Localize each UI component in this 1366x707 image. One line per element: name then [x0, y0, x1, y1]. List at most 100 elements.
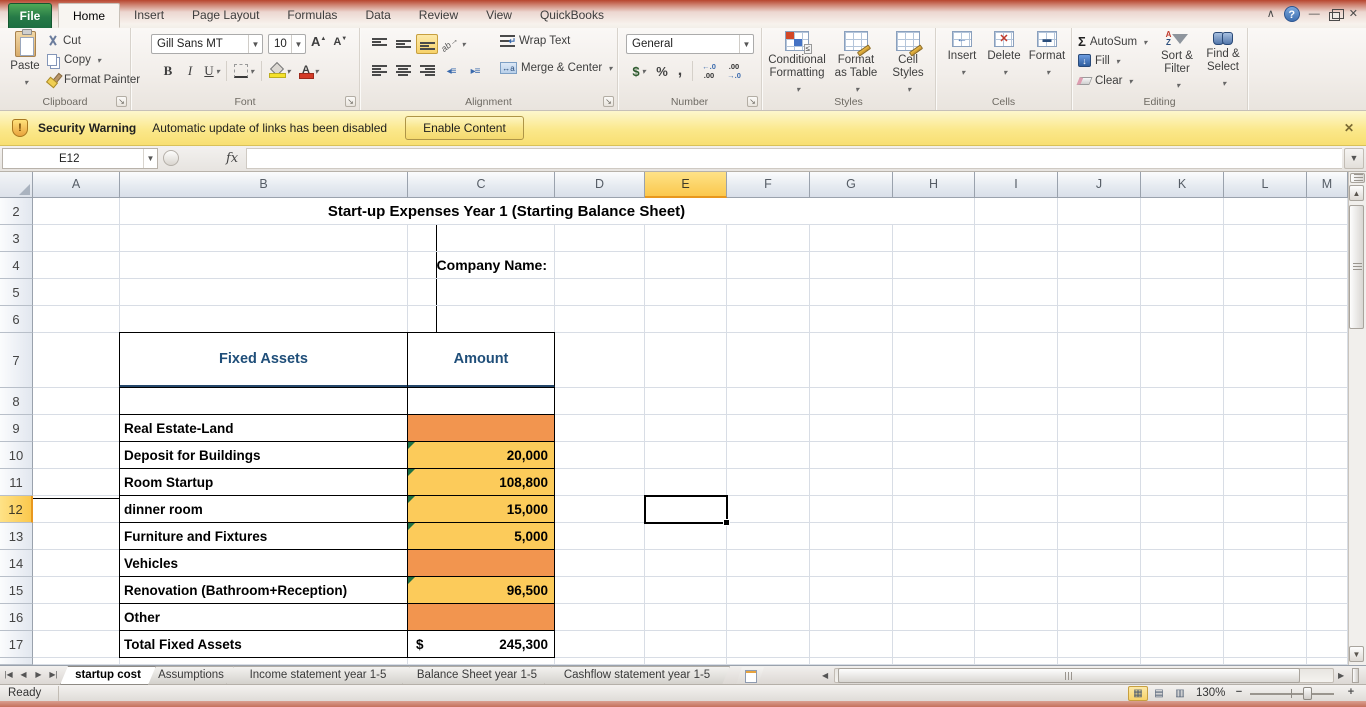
table-row-label-r11[interactable]: Room Startup	[119, 468, 408, 496]
font-color-button[interactable]	[295, 61, 323, 81]
increase-indent-button[interactable]: ▸≡	[464, 61, 486, 81]
hscroll-left-icon[interactable]: ◀	[822, 671, 828, 680]
table-row-amount-r8[interactable]	[407, 387, 555, 415]
paste-button[interactable]: Paste	[6, 31, 44, 89]
cell-company-label[interactable]: Company Name:	[408, 252, 555, 278]
column-header-M[interactable]: M	[1307, 172, 1348, 198]
column-header-B[interactable]: B	[120, 172, 408, 198]
fill-button[interactable]: Fill	[1078, 54, 1120, 67]
decrease-decimal-button[interactable]	[722, 61, 746, 81]
comma-style-button[interactable]	[672, 61, 688, 81]
table-row-label-r16[interactable]: Other	[119, 603, 408, 631]
ribbon-tab-formulas[interactable]: Formulas	[273, 3, 351, 28]
sheet-tab-startup-cost[interactable]: startup cost	[60, 666, 156, 685]
zoom-in-icon[interactable]: +	[1344, 686, 1358, 700]
table-row-label-r10[interactable]: Deposit for Buildings	[119, 441, 408, 469]
row-header-8[interactable]: 8	[0, 388, 33, 415]
last-sheet-icon[interactable]: ▶|	[47, 668, 60, 682]
table-row-label-r15[interactable]: Renovation (Bathroom+Reception)	[119, 576, 408, 604]
italic-button[interactable]	[179, 61, 201, 81]
percent-style-button[interactable]	[653, 61, 671, 81]
row-header-2[interactable]: 2	[0, 198, 33, 225]
cell-title-row2[interactable]: Start-up Expenses Year 1 (Starting Balan…	[120, 198, 893, 224]
sheet-tab-balance-sheet-year-1-5[interactable]: Balance Sheet year 1-5	[402, 666, 552, 685]
column-header-H[interactable]: H	[893, 172, 975, 198]
hscroll-right-icon[interactable]: ▶	[1338, 671, 1344, 680]
conditional-formatting-button[interactable]: ≤ Conditional Formatting	[767, 31, 827, 96]
format-painter-button[interactable]: Format Painter	[47, 73, 140, 86]
font-size-combo[interactable]: 10▼	[268, 34, 306, 54]
format-cells-button[interactable]: ▬ Format	[1026, 31, 1068, 79]
autosum-button[interactable]: AutoSum	[1078, 34, 1147, 49]
name-box-dropdown-icon[interactable]: ▼	[143, 149, 157, 168]
sheet-tab-cashflow-statement-year-1-5[interactable]: Cashflow statement year 1-5	[544, 666, 730, 685]
format-as-table-button[interactable]: Format as Table	[830, 31, 882, 96]
table-row-label-r13[interactable]: Furniture and Fixtures	[119, 522, 408, 550]
column-header-F[interactable]: F	[727, 172, 810, 198]
horizontal-scrollbar-thumb[interactable]	[838, 668, 1300, 683]
column-header-D[interactable]: D	[555, 172, 645, 198]
orientation-button[interactable]	[440, 34, 466, 54]
row-header-4[interactable]: 4	[0, 252, 33, 279]
ribbon-tab-view[interactable]: View	[472, 3, 526, 28]
bold-button[interactable]	[157, 61, 179, 81]
table-row-amount-r12[interactable]: 15,000	[407, 495, 555, 523]
row-header-13[interactable]: 13	[0, 523, 33, 550]
table-row-amount-r14[interactable]	[407, 549, 555, 577]
row-header-3[interactable]: 3	[0, 225, 33, 252]
cut-button[interactable]: Cut	[47, 35, 81, 47]
normal-view-button[interactable]: ▦	[1128, 686, 1148, 701]
row-header-18[interactable]	[0, 658, 33, 665]
select-all-corner[interactable]	[0, 172, 33, 198]
table-header-amount[interactable]: Amount	[407, 332, 555, 388]
tab-split-handle[interactable]	[1352, 668, 1359, 683]
sort-filter-button[interactable]: AZ Sort & Filter	[1154, 31, 1200, 92]
ribbon-tab-quickbooks[interactable]: QuickBooks	[526, 3, 618, 28]
copy-button[interactable]: Copy	[47, 54, 101, 66]
page-break-view-button[interactable]: ▥	[1170, 686, 1190, 701]
cell-styles-button[interactable]: Cell Styles	[886, 31, 930, 96]
row-header-5[interactable]: 5	[0, 279, 33, 306]
align-left-button[interactable]	[368, 61, 390, 81]
table-row-label-r14[interactable]: Vehicles	[119, 549, 408, 577]
vscroll-thumb[interactable]	[1349, 205, 1364, 329]
table-row-amount-r16[interactable]	[407, 603, 555, 631]
vscroll-down-icon[interactable]: ▼	[1349, 646, 1364, 662]
align-top-button[interactable]	[368, 34, 390, 54]
page-layout-view-button[interactable]: ▤	[1149, 686, 1169, 701]
row-header-10[interactable]: 10	[0, 442, 33, 469]
merge-center-button[interactable]: Merge & Center	[500, 62, 612, 74]
insert-worksheet-button[interactable]	[736, 667, 764, 685]
column-header-G[interactable]: G	[810, 172, 893, 198]
enable-content-button[interactable]: Enable Content	[405, 116, 524, 140]
table-row-label-r9[interactable]: Real Estate-Land	[119, 414, 408, 442]
table-row-amount-r17[interactable]: 245,300$	[407, 630, 555, 658]
row-header-17[interactable]: 17	[0, 631, 33, 658]
clear-button[interactable]: Clear	[1078, 75, 1133, 87]
row-header-15[interactable]: 15	[0, 577, 33, 604]
table-row-label-r12[interactable]: dinner room	[119, 495, 408, 523]
table-header-fixed-assets[interactable]: Fixed Assets	[119, 332, 408, 388]
zoom-slider-track[interactable]	[1250, 693, 1334, 695]
vscroll-up-icon[interactable]: ▲	[1349, 185, 1364, 201]
borders-button[interactable]	[230, 61, 258, 81]
column-header-J[interactable]: J	[1058, 172, 1141, 198]
name-box[interactable]: E12 ▼	[2, 148, 158, 169]
row-header-11[interactable]: 11	[0, 469, 33, 496]
accounting-format-button[interactable]	[626, 61, 652, 81]
increase-decimal-button[interactable]	[697, 61, 721, 81]
ribbon-tab-page-layout[interactable]: Page Layout	[178, 3, 273, 28]
shrink-font-icon[interactable]	[333, 36, 347, 48]
zoom-out-icon[interactable]: −	[1232, 686, 1246, 700]
first-sheet-icon[interactable]: |◀	[2, 668, 15, 682]
ribbon-tab-review[interactable]: Review	[405, 3, 472, 28]
grow-font-icon[interactable]	[311, 34, 326, 49]
clipboard-dialog-launcher[interactable]: ↘	[116, 96, 127, 107]
sheet-tab-assumptions[interactable]: Assumptions	[148, 666, 234, 685]
formula-input[interactable]	[246, 148, 1342, 169]
table-row-amount-r13[interactable]: 5,000	[407, 522, 555, 550]
align-bottom-button[interactable]	[416, 34, 438, 54]
number-format-combo[interactable]: General▼	[626, 34, 754, 54]
collapse-ribbon-icon[interactable]: ∧	[1267, 6, 1275, 22]
table-row-amount-r11[interactable]: 108,800	[407, 468, 555, 496]
